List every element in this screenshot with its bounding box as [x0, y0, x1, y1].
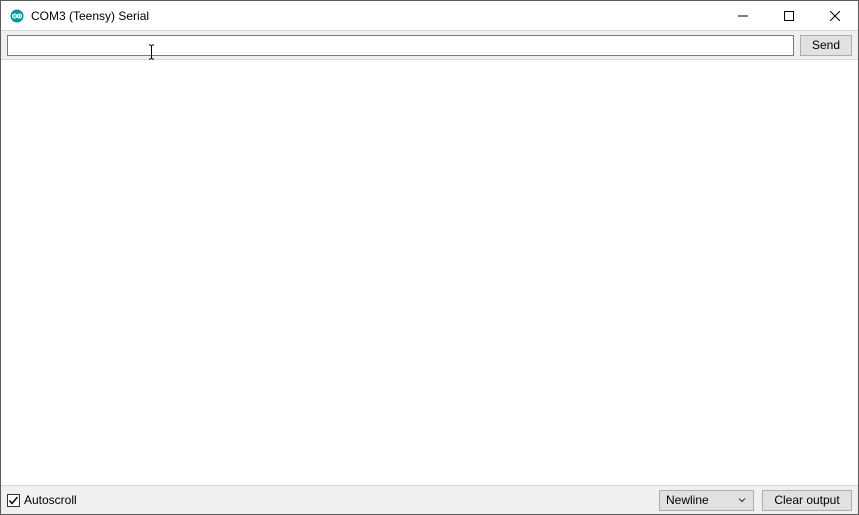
window-controls: [720, 1, 858, 30]
titlebar: COM3 (Teensy) Serial: [1, 1, 858, 31]
line-ending-value: Newline: [666, 493, 709, 507]
send-toolbar: Send: [1, 31, 858, 60]
chevron-down-icon: [735, 496, 749, 504]
autoscroll-checkbox[interactable]: Autoscroll: [7, 493, 77, 507]
clear-output-button[interactable]: Clear output: [762, 490, 852, 511]
checkbox-icon: [7, 494, 20, 507]
send-button[interactable]: Send: [800, 35, 852, 56]
autoscroll-label: Autoscroll: [24, 493, 77, 507]
app-icon: [9, 8, 25, 24]
window-title: COM3 (Teensy) Serial: [31, 9, 149, 23]
bottom-toolbar: Autoscroll Newline Clear output: [1, 485, 858, 514]
close-button[interactable]: [812, 1, 858, 30]
serial-output[interactable]: [1, 60, 858, 485]
serial-input[interactable]: [7, 35, 794, 56]
line-ending-select[interactable]: Newline: [659, 490, 754, 511]
minimize-button[interactable]: [720, 1, 766, 30]
serial-monitor-window: COM3 (Teensy) Serial Send Autoscroll: [0, 0, 859, 515]
maximize-button[interactable]: [766, 1, 812, 30]
